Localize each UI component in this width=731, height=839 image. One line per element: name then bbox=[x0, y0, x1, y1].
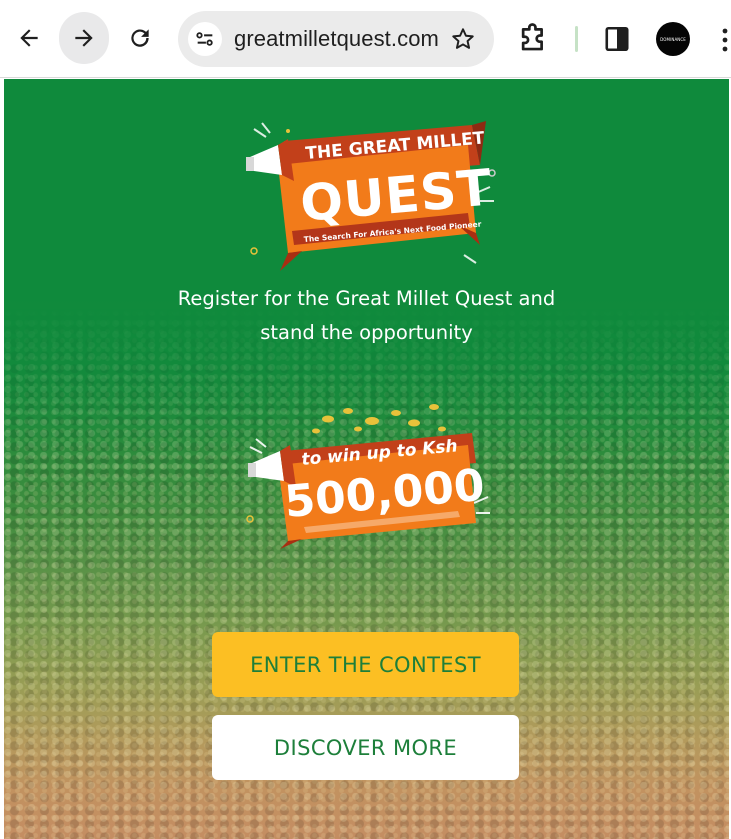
site-info-button[interactable] bbox=[188, 22, 222, 56]
url-text[interactable]: greatmilletquest.com bbox=[234, 26, 439, 52]
hero-section: THE GREAT MILLET QUEST The Search For Af… bbox=[4, 79, 729, 839]
reload-icon bbox=[131, 29, 149, 47]
back-button[interactable] bbox=[5, 12, 53, 64]
tune-icon bbox=[196, 32, 213, 46]
kebab-menu-icon[interactable] bbox=[716, 25, 728, 55]
enter-contest-button[interactable]: ENTER THE CONTEST bbox=[212, 632, 519, 697]
profile-avatar[interactable]: DOMINANCE bbox=[656, 22, 690, 56]
forward-button[interactable] bbox=[59, 12, 109, 64]
toolbar-divider bbox=[575, 26, 578, 52]
coins-decoration bbox=[312, 404, 446, 434]
intro-text: Register for the Great Millet Quest and … bbox=[4, 282, 729, 350]
enter-contest-label: ENTER THE CONTEST bbox=[250, 652, 481, 677]
intro-line-1: Register for the Great Millet Quest and bbox=[177, 287, 556, 310]
discover-more-label: DISCOVER MORE bbox=[273, 735, 458, 760]
star-icon[interactable] bbox=[450, 26, 476, 52]
arrow-left-icon bbox=[20, 29, 38, 47]
megaphone-icon bbox=[246, 139, 294, 181]
puzzle-icon[interactable] bbox=[518, 22, 548, 54]
address-bar[interactable]: greatmilletquest.com bbox=[178, 11, 494, 67]
browser-toolbar: greatmilletquest.com DOMINANCE bbox=[0, 0, 731, 78]
discover-more-button[interactable]: DISCOVER MORE bbox=[212, 715, 519, 780]
arrow-right-icon bbox=[75, 29, 93, 47]
great-millet-quest-logo: THE GREAT MILLET QUEST The Search For Af… bbox=[244, 115, 504, 275]
reload-button[interactable] bbox=[116, 12, 164, 64]
intro-line-2: stand the opportunity bbox=[260, 321, 473, 344]
side-panel-icon[interactable] bbox=[604, 25, 630, 53]
profile-label: DOMINANCE bbox=[660, 36, 686, 42]
prize-banner: to win up to Ksh 500,000 bbox=[244, 399, 504, 549]
